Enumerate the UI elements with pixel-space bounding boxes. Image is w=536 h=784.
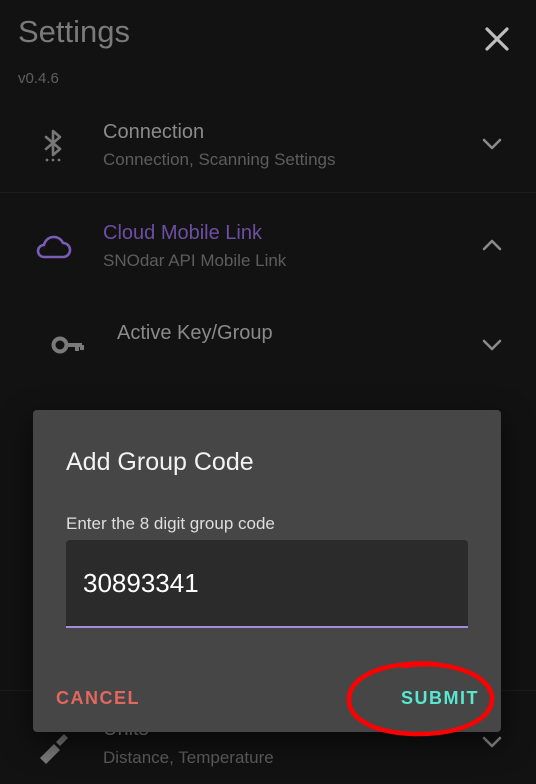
row-title-active-key: Active Key/Group bbox=[117, 322, 273, 344]
close-icon[interactable] bbox=[480, 22, 514, 56]
cloud-icon bbox=[36, 235, 72, 259]
cancel-button[interactable]: CANCEL bbox=[56, 688, 140, 709]
red-circle-annotation bbox=[346, 661, 495, 737]
bluetooth-icon bbox=[44, 129, 62, 162]
chevron-up-icon[interactable] bbox=[479, 232, 505, 258]
key-icon bbox=[51, 336, 84, 354]
row-subtitle-cloud: SNOdar API Mobile Link bbox=[103, 251, 287, 270]
ruler-pencil-icon bbox=[40, 734, 68, 764]
chevron-down-icon[interactable] bbox=[479, 332, 505, 358]
group-code-label: Enter the 8 digit group code bbox=[66, 514, 275, 533]
row-subtitle-connection: Connection, Scanning Settings bbox=[103, 150, 336, 169]
dialog-title: Add Group Code bbox=[66, 448, 254, 476]
row-subtitle-units: Distance, Temperature bbox=[103, 748, 274, 767]
group-code-field[interactable] bbox=[66, 540, 468, 628]
settings-screen: Settings v0.4.6 Connection Connection, S… bbox=[0, 0, 536, 784]
page-title: Settings bbox=[18, 14, 131, 49]
version-label: v0.4.6 bbox=[18, 70, 59, 87]
row-title-cloud: Cloud Mobile Link bbox=[103, 222, 262, 244]
chevron-down-icon[interactable] bbox=[479, 131, 505, 157]
row-title-connection: Connection bbox=[103, 121, 205, 143]
divider bbox=[0, 192, 536, 193]
group-code-input[interactable] bbox=[83, 568, 453, 599]
